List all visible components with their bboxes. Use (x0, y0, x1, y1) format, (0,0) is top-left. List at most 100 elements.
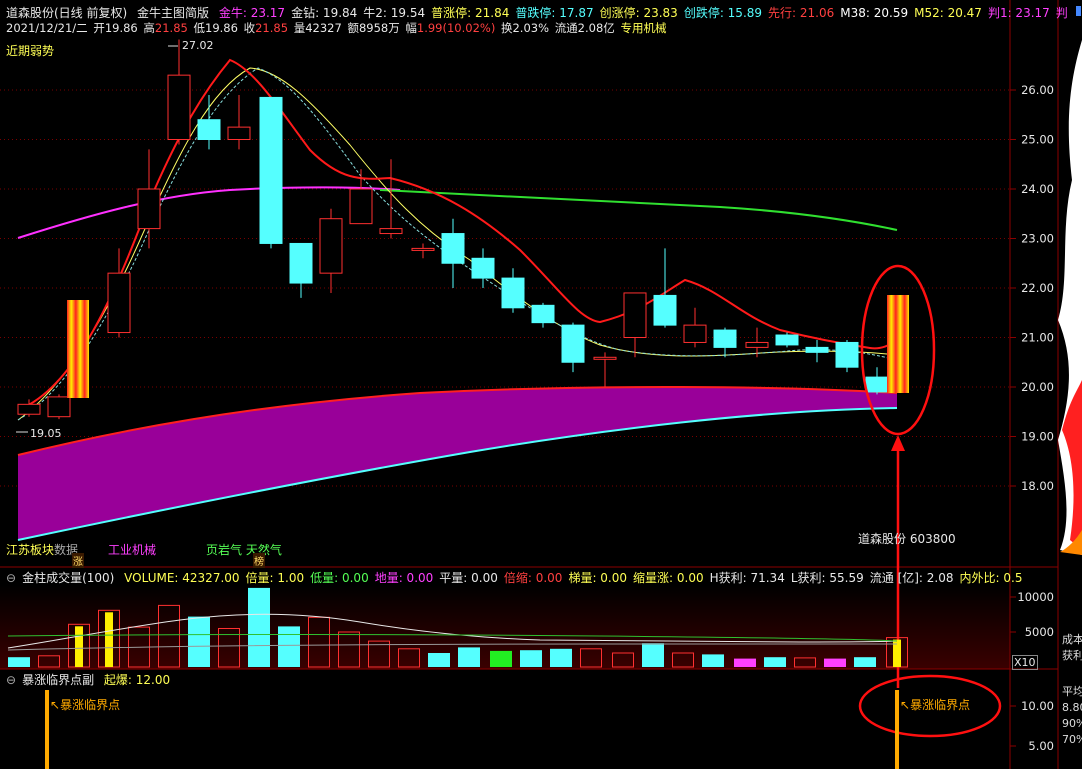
volume-bar[interactable] (188, 616, 210, 667)
side-panel: 成本 获利 (1062, 632, 1082, 664)
volume-bar[interactable] (248, 587, 270, 667)
volume-metric: 倍缩: 0.00 (503, 571, 563, 585)
quote-open: 19.86 (104, 21, 138, 35)
volume-tick-label: 5000 (1025, 625, 1054, 639)
signal-label-right: ↖暴涨临界点 (900, 696, 970, 713)
side-cost: 成本 (1062, 633, 1082, 646)
volume-tick-label: 10000 (1017, 590, 1054, 604)
amt-label: 额 (347, 21, 359, 35)
stock-chart[interactable]: 26.00 25.00 24.00 23.00 22.00 21.00 20.00 19.00… (0, 0, 1082, 769)
high-label: 高 (143, 21, 155, 35)
volume-bar[interactable] (458, 647, 480, 667)
header-metric: 金牛: 23.17 (218, 6, 286, 20)
indicator-header: ⊖ 暴涨临界点副 起爆: 12.00 (6, 671, 176, 688)
volume-metric: 内外比: 0.5 (959, 571, 1023, 585)
volume-metric: 倍量: 1.00 (245, 571, 305, 585)
candle[interactable] (259, 96, 283, 249)
trend-label: 近期弱势 (6, 44, 55, 58)
volume-bar[interactable] (520, 650, 542, 667)
price-tick-label: 23.00 (1021, 232, 1054, 246)
volume-bar[interactable] (642, 643, 664, 667)
quote-float: 流通2.08亿 (554, 21, 615, 35)
volume-bar[interactable] (734, 658, 756, 667)
quote-low: 19.86 (205, 21, 238, 35)
price-tick-label: 19.00 (1021, 430, 1054, 444)
volume-bar[interactable] (278, 626, 300, 667)
price-tick-label: 22.00 (1021, 281, 1054, 295)
volume-bar[interactable] (550, 648, 572, 667)
header-metric: 先行: 21.06 (768, 6, 835, 20)
side-90: 90% (1062, 717, 1082, 730)
quote-amount: 8958万 (358, 21, 400, 35)
header-metric: 普涨停: 21.84 (431, 6, 510, 20)
header-metric: M38: 20.59 (840, 6, 909, 20)
quote-close: 21.85 (255, 21, 289, 35)
header-metric: 普跌停: 17.87 (515, 6, 594, 20)
volume-header: ⊖ 金柱成交量(100) VOLUME: 42327.00 倍量: 1.00 低量: … (6, 569, 1034, 586)
volume-metric: 低量: 0.00 (310, 571, 369, 585)
high-price-label: 27.02 (182, 39, 214, 52)
sector-tag-2[interactable]: 工业机械 (108, 541, 156, 558)
quote-line: 2021/12/21/二 开19.86 高21.85 低19.86 收21.85… (6, 20, 668, 36)
collapse-icon[interactable]: ⊖ (6, 571, 16, 585)
side-profit: 获利 (1062, 649, 1082, 662)
collapse-icon-2[interactable]: ⊖ (6, 673, 16, 687)
price-tick-label: 24.00 (1021, 182, 1054, 196)
chart-header: 道森股份(日线 前复权) 金牛主图简版 金牛: 23.17 金钻: 19.84 牛2… (6, 4, 1080, 21)
price-tick-label: 18.00 (1021, 479, 1054, 493)
volume-metric: 缩量涨: 0.00 (633, 571, 704, 585)
volume-bar[interactable] (490, 650, 512, 667)
volume-bar[interactable] (764, 657, 786, 667)
quote-volume: 42327 (305, 21, 342, 35)
signal-bar-right (895, 690, 899, 769)
quote-change: 1.99(10.02%) (416, 21, 496, 35)
header-metric: 创涨停: 23.83 (599, 6, 678, 20)
signal-label-left-text: 暴涨临界点 (60, 698, 121, 712)
side-value: 8.80 (1062, 701, 1082, 714)
price-tick-label: 26.00 (1021, 83, 1054, 97)
volume-bar[interactable] (824, 658, 846, 667)
sector-tag-1[interactable]: 江苏板块数据 (6, 541, 78, 558)
limit-up-bar-2 (887, 295, 909, 393)
header-metric: 金钻: 19.84 (291, 6, 358, 20)
sector-tag-1-text: 江苏板块 (6, 543, 55, 557)
badge-zhang: 涨 (72, 553, 84, 568)
volume-metric: H获利: 71.34 (709, 571, 785, 585)
quote-high: 21.85 (154, 21, 188, 35)
volume-metric: 地量: 0.00 (374, 571, 434, 585)
sector-tag-3[interactable]: 页岩气 天然气 (206, 541, 282, 558)
quote-date: 2021/12/21/二 (6, 21, 88, 35)
indicator-tick-label: 10.00 (1021, 699, 1054, 713)
volume-indicator-name[interactable]: 金柱成交量(100) (22, 571, 114, 585)
volume-bar[interactable] (854, 657, 876, 667)
volume-bar[interactable] (702, 654, 724, 667)
price-tick-label: 25.00 (1021, 133, 1054, 147)
volume-metric: 流通 [亿]: 2.08 (869, 571, 954, 585)
stock-code-label: 道森股份 603800 (858, 532, 956, 546)
candle[interactable] (775, 332, 799, 348)
candle[interactable] (835, 339, 859, 373)
signal-bar-left (45, 690, 49, 769)
volume-metric: 梯量: 0.00 (568, 571, 628, 585)
volume-metric: L获利: 55.59 (790, 571, 864, 585)
indicator-tick-label: 5.00 (1028, 739, 1054, 753)
quote-sector[interactable]: 专用机械 (620, 21, 666, 35)
close-label: 收 (243, 21, 256, 35)
volume-scale: X10 (1012, 655, 1038, 670)
candle[interactable] (47, 394, 71, 420)
volume-metric: 平量: 0.00 (439, 571, 498, 585)
volume-bar[interactable] (428, 653, 450, 667)
low-label: 低 (193, 21, 206, 35)
indicator-name[interactable]: 暴涨临界点副 (22, 673, 94, 687)
stock-title[interactable]: 道森股份(日线 前复权) (6, 6, 127, 20)
vol-label: 量 (293, 21, 306, 35)
open-label: 开 (93, 21, 105, 35)
price-tick-label: 20.00 (1021, 380, 1054, 394)
volume-bar[interactable] (8, 657, 30, 667)
header-metric: 创跌停: 15.89 (683, 6, 763, 20)
chart-panel-name[interactable]: 金牛主图简版 (137, 6, 209, 20)
quote-turnover: 换2.03% (500, 21, 550, 35)
low-price-label: 19.05 (30, 427, 62, 440)
limit-up-bar-1 (67, 300, 89, 398)
badge-bang: 榜 (253, 553, 265, 568)
